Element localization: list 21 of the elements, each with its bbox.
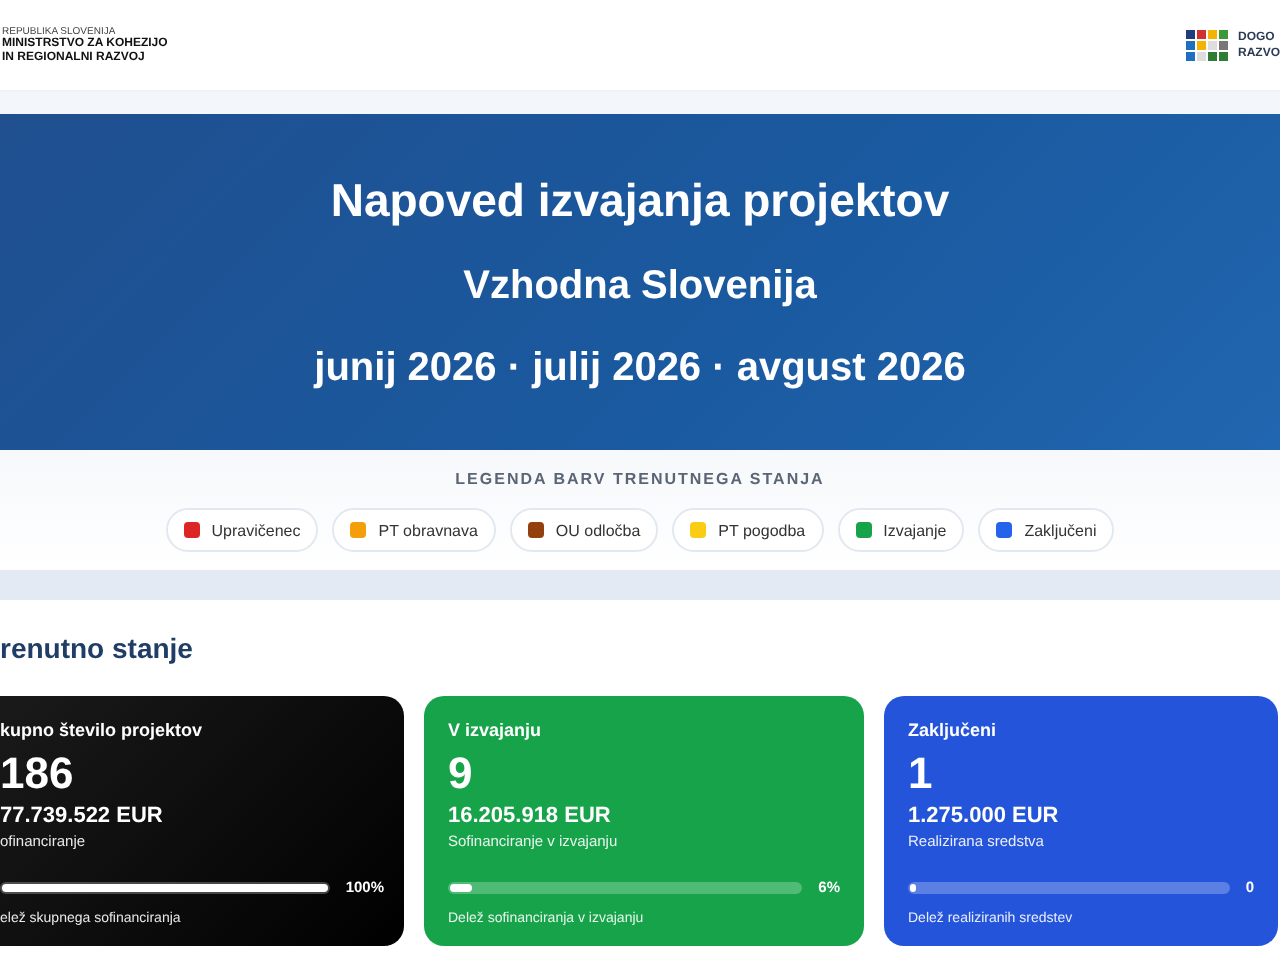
legend-label: Zaključeni <box>1024 521 1097 539</box>
page-title: Napoved izvajanja projektov <box>330 173 950 227</box>
card-count: 186 <box>0 748 76 800</box>
logo-icon <box>1186 29 1230 61</box>
legend-label: Upravičenec <box>211 521 301 539</box>
card-title: kupno število projektov <box>0 720 205 740</box>
card-title: Zaključeni <box>908 720 999 740</box>
legend-label: Izvajanje <box>883 521 947 539</box>
card-amount: 16.205.918 EUR <box>448 804 613 828</box>
section-title: renutno stanje <box>0 632 195 664</box>
card-count: 9 <box>448 748 475 800</box>
card-count: 1 <box>908 748 935 800</box>
legend-title: LEGENDA BARV TRENUTNEGA STANJA <box>455 470 825 488</box>
legend-label: PT obravnava <box>378 521 478 539</box>
legend-label: OU odločba <box>555 521 641 539</box>
card-amount: 77.739.522 EUR <box>0 804 165 828</box>
card-title: V izvajanju <box>448 720 544 740</box>
region-title: Vzhodna Slovenija <box>463 263 817 309</box>
legend-label: PT pogodba <box>718 521 806 539</box>
card-amount: 1.275.000 EUR <box>908 804 1061 828</box>
months-title: junij 2026 · julij 2026 · avgust 2026 <box>314 345 966 391</box>
